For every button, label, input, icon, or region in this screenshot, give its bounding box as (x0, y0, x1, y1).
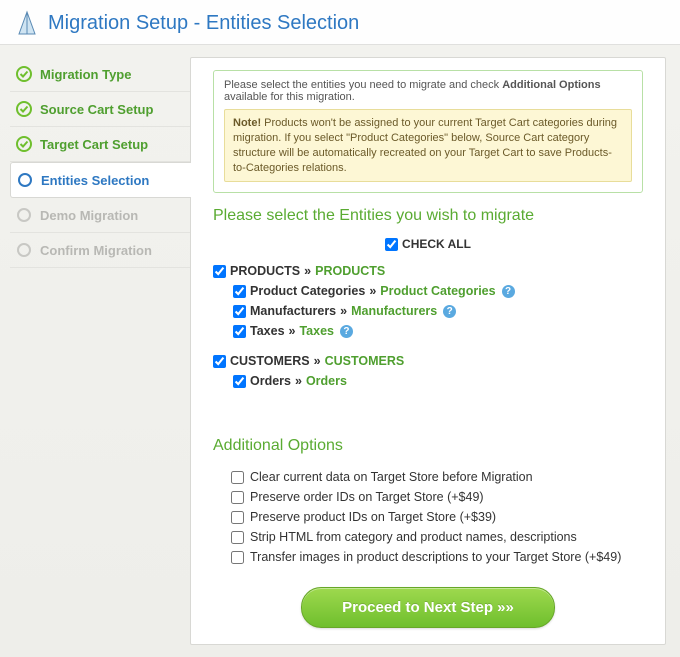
sidebar-item-label: Confirm Migration (40, 243, 152, 258)
entity-target-label: PRODUCTS (315, 264, 385, 278)
sidebar-item-migration-type[interactable]: Migration Type (10, 57, 190, 92)
entity-row-sub[interactable]: Orders » Orders (233, 371, 643, 391)
entity-group: CUSTOMERS » CUSTOMERS Orders » Orders (213, 351, 643, 391)
options-section-title: Additional Options (213, 437, 643, 455)
sidebar-item-label: Entities Selection (41, 173, 149, 188)
sidebar-item-demo-migration[interactable]: Demo Migration (10, 198, 190, 233)
pending-step-icon (16, 242, 32, 258)
info-intro-prefix: Please select the entities you need to m… (224, 79, 502, 91)
option-checkbox[interactable] (231, 471, 244, 484)
option-label: Clear current data on Target Store befor… (250, 470, 533, 484)
entity-source-label: Product Categories (250, 284, 365, 298)
entity-checkbox[interactable] (213, 265, 226, 278)
info-intro-suffix: available for this migration. (224, 91, 355, 103)
check-icon (16, 66, 32, 82)
sidebar-item-label: Migration Type (40, 67, 131, 82)
check-all-checkbox[interactable] (385, 238, 398, 251)
entity-target-label: Taxes (299, 324, 334, 338)
note-label: Note! (233, 117, 261, 129)
entities-section-title: Please select the Entities you wish to m… (213, 207, 643, 225)
entity-checkbox[interactable] (233, 285, 246, 298)
entity-source-label: Orders (250, 374, 291, 388)
info-box: Please select the entities you need to m… (213, 70, 643, 193)
logo-icon (16, 10, 38, 36)
sidebar-item-label: Demo Migration (40, 208, 138, 223)
option-checkbox[interactable] (231, 551, 244, 564)
option-checkbox[interactable] (231, 491, 244, 504)
note-box: Note! Products won't be assigned to your… (224, 109, 632, 182)
entity-source-label: Taxes (250, 324, 285, 338)
entity-row-sub[interactable]: Taxes»Taxes? (233, 321, 643, 341)
page-header: Migration Setup - Entities Selection (0, 0, 680, 45)
entity-target-label: Product Categories (380, 284, 495, 298)
check-all-label: CHECK ALL (402, 237, 471, 251)
entity-target-label: Manufacturers (351, 304, 437, 318)
option-checkbox[interactable] (231, 511, 244, 524)
check-all-row[interactable]: CHECK ALL (213, 237, 643, 251)
sidebar-item-label: Source Cart Setup (40, 102, 153, 117)
option-label: Preserve product IDs on Target Store (+$… (250, 510, 496, 524)
proceed-button[interactable]: Proceed to Next Step »» (301, 587, 555, 628)
entity-source-label: CUSTOMERS (230, 354, 310, 368)
option-row[interactable]: Preserve product IDs on Target Store (+$… (231, 507, 643, 527)
note-text: Products won't be assigned to your curre… (233, 117, 617, 174)
help-icon[interactable]: ? (443, 305, 456, 318)
sidebar-item-label: Target Cart Setup (40, 137, 148, 152)
entity-group: PRODUCTS»PRODUCTSProduct Categories»Prod… (213, 261, 643, 341)
entity-target-label: CUSTOMERS (325, 354, 405, 368)
option-label: Preserve order IDs on Target Store (+$49… (250, 490, 484, 504)
option-checkbox[interactable] (231, 531, 244, 544)
sidebar-item-target-cart-setup[interactable]: Target Cart Setup (10, 127, 190, 162)
help-icon[interactable]: ? (340, 325, 353, 338)
arrow-icon: » (369, 284, 376, 298)
arrow-icon: » (314, 354, 321, 368)
option-label: Strip HTML from category and product nam… (250, 530, 577, 544)
option-row[interactable]: Preserve order IDs on Target Store (+$49… (231, 487, 643, 507)
entity-row-top[interactable]: CUSTOMERS » CUSTOMERS (213, 351, 643, 371)
entity-target-label: Orders (306, 374, 347, 388)
sidebar-item-confirm-migration[interactable]: Confirm Migration (10, 233, 190, 268)
page-title: Migration Setup - Entities Selection (48, 12, 359, 35)
options-list: Clear current data on Target Store befor… (213, 467, 643, 567)
entity-source-label: Manufacturers (250, 304, 336, 318)
sidebar-item-entities-selection[interactable]: Entities Selection (10, 162, 191, 198)
main-content: Please select the entities you need to m… (190, 57, 666, 645)
entity-row-sub[interactable]: Manufacturers » Manufacturers? (233, 301, 643, 321)
arrow-icon: » (295, 374, 302, 388)
info-intro-bold: Additional Options (502, 79, 600, 91)
sidebar: Migration Type Source Cart Setup Target Ca… (0, 45, 190, 657)
arrow-icon: » (304, 264, 311, 278)
entity-row-sub[interactable]: Product Categories » Product Categories? (233, 281, 643, 301)
arrow-icon: » (289, 324, 296, 338)
option-row[interactable]: Strip HTML from category and product nam… (231, 527, 643, 547)
option-row[interactable]: Transfer images in product descriptions … (231, 547, 643, 567)
active-step-icon (17, 172, 33, 188)
sidebar-item-source-cart-setup[interactable]: Source Cart Setup (10, 92, 190, 127)
check-icon (16, 136, 32, 152)
entity-checkbox[interactable] (233, 375, 246, 388)
option-row[interactable]: Clear current data on Target Store befor… (231, 467, 643, 487)
check-icon (16, 101, 32, 117)
option-label: Transfer images in product descriptions … (250, 550, 621, 564)
pending-step-icon (16, 207, 32, 223)
help-icon[interactable]: ? (502, 285, 515, 298)
entities-list: PRODUCTS»PRODUCTSProduct Categories»Prod… (213, 261, 643, 391)
arrow-icon: » (340, 304, 347, 318)
entity-source-label: PRODUCTS (230, 264, 300, 278)
entity-checkbox[interactable] (233, 305, 246, 318)
entity-row-top[interactable]: PRODUCTS » PRODUCTS (213, 261, 643, 281)
entity-checkbox[interactable] (213, 355, 226, 368)
entity-checkbox[interactable] (233, 325, 246, 338)
